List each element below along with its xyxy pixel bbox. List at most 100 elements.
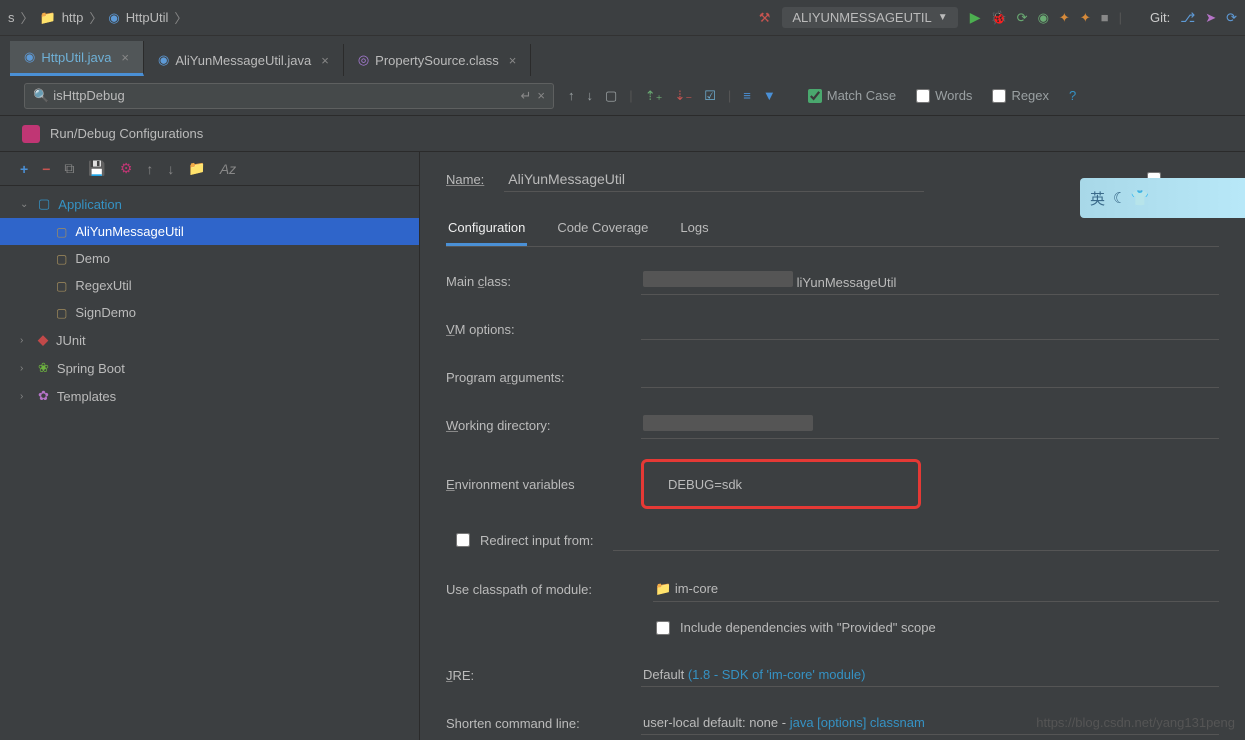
- run-config-label: ALIYUNMESSAGEUTIL: [792, 10, 931, 25]
- program-args-input[interactable]: [641, 366, 1219, 388]
- sort-az-icon[interactable]: Aᴢ: [220, 161, 236, 177]
- git-commit-icon[interactable]: ➤: [1205, 10, 1216, 26]
- breadcrumb-folder[interactable]: http: [62, 10, 84, 25]
- chevron-down-icon: ▼: [938, 12, 948, 23]
- move-down-icon[interactable]: ↓: [167, 161, 174, 177]
- config-name-input[interactable]: [504, 167, 924, 192]
- close-icon[interactable]: ×: [509, 53, 517, 68]
- module-select[interactable]: 📁 im-core: [653, 577, 1219, 602]
- tree-label: Demo: [75, 251, 110, 266]
- regex-checkbox[interactable]: Regex: [992, 88, 1049, 103]
- move-up-icon[interactable]: ↑: [146, 161, 153, 177]
- tree-label: RegexUtil: [75, 278, 131, 293]
- dialog-title: Run/Debug Configurations: [50, 126, 203, 141]
- hammer-build-icon[interactable]: ⚒: [759, 10, 771, 26]
- newline-icon[interactable]: ↵: [521, 88, 532, 104]
- breadcrumb[interactable]: s 〉 📁 http 〉 ◉ HttpUtil 〉: [8, 8, 187, 27]
- funnel-icon[interactable]: ▼: [763, 88, 776, 103]
- redirect-input[interactable]: [613, 529, 1219, 551]
- tree-label: Application: [58, 197, 122, 212]
- remove-config-icon[interactable]: −: [42, 161, 50, 177]
- add-config-icon[interactable]: +: [20, 161, 28, 177]
- remove-selection-icon[interactable]: ⇣₋: [674, 88, 692, 104]
- name-label: Name:: [446, 172, 484, 187]
- chevron-down-icon: ⌄: [20, 199, 30, 210]
- close-icon[interactable]: ×: [121, 50, 129, 65]
- watermark: https://blog.csdn.net/yang131peng: [1036, 715, 1235, 730]
- select-all-icon[interactable]: ▢: [605, 88, 617, 104]
- tree-templates-root[interactable]: › ✿ Templates: [0, 382, 419, 410]
- copy-config-icon[interactable]: ⧉: [64, 160, 74, 177]
- class-file-icon: ◎: [358, 52, 369, 68]
- tree-item-regexutil[interactable]: ▢ RegexUtil: [0, 272, 419, 299]
- filter-icon[interactable]: ≡: [743, 88, 751, 103]
- select-all-occurrences-icon[interactable]: ☑: [704, 88, 716, 104]
- tree-application-root[interactable]: ⌄ ▢ Application: [0, 190, 419, 218]
- ime-widget[interactable]: 英 ☾ 👕: [1080, 178, 1245, 218]
- vm-options-label: VM options:: [446, 322, 641, 337]
- tab-coverage[interactable]: Code Coverage: [555, 212, 650, 246]
- save-config-icon[interactable]: 💾: [88, 160, 105, 177]
- redacted-icon: [643, 415, 813, 431]
- chevron-right-icon: ›: [20, 335, 30, 346]
- close-icon[interactable]: ×: [321, 53, 329, 68]
- java-file-icon: ◉: [24, 49, 35, 65]
- vm-options-input[interactable]: [641, 318, 1219, 340]
- jre-label: JRE:: [446, 668, 641, 683]
- stop-icon[interactable]: ■: [1101, 10, 1109, 25]
- run-config-dialog-header: Run/Debug Configurations: [0, 116, 1245, 152]
- search-input-container[interactable]: 🔍 ↵ ×: [24, 83, 554, 109]
- tree-item-signdemo[interactable]: ▢ SignDemo: [0, 299, 419, 326]
- run-config-selector[interactable]: ALIYUNMESSAGEUTIL ▼: [782, 7, 957, 28]
- tab-label: HttpUtil.java: [41, 50, 111, 65]
- attach2-icon[interactable]: ✦: [1080, 10, 1091, 26]
- redirect-checkbox[interactable]: [456, 533, 470, 547]
- junit-icon: ◆: [38, 332, 48, 348]
- match-case-checkbox[interactable]: Match Case: [808, 88, 896, 103]
- git-update-icon[interactable]: ⟳: [1226, 10, 1237, 26]
- add-selection-icon[interactable]: ⇡₊: [645, 88, 663, 104]
- debug-icon[interactable]: 🐞: [990, 10, 1006, 26]
- chevron-right-icon: 〉: [21, 8, 34, 27]
- top-breadcrumb-bar: s 〉 📁 http 〉 ◉ HttpUtil 〉 ⚒ ALIYUNMESSAG…: [0, 0, 1245, 36]
- help-icon[interactable]: ?: [1069, 88, 1076, 103]
- include-provided-label: Include dependencies with "Provided" sco…: [680, 620, 936, 635]
- git-branch-icon[interactable]: ⎇: [1180, 10, 1195, 26]
- tree-junit-root[interactable]: › ◆ JUnit: [0, 326, 419, 354]
- tree-item-demo[interactable]: ▢ Demo: [0, 245, 419, 272]
- words-checkbox[interactable]: Words: [916, 88, 972, 103]
- search-input[interactable]: [53, 88, 514, 103]
- attach-icon[interactable]: ✦: [1059, 10, 1070, 26]
- tree-label: AliYunMessageUtil: [75, 224, 183, 239]
- main-class-input[interactable]: liYunMessageUtil: [641, 267, 1219, 295]
- run-icon[interactable]: ▶: [970, 9, 981, 26]
- edit-defaults-icon[interactable]: ⚙: [120, 160, 133, 177]
- ime-icon: ☾ 👕: [1113, 189, 1149, 207]
- tab-logs[interactable]: Logs: [678, 212, 710, 246]
- coverage-icon[interactable]: ⟳: [1017, 10, 1028, 26]
- app-icon: ▢: [56, 225, 67, 239]
- ime-label: 英: [1090, 188, 1105, 209]
- redirect-label: Redirect input from:: [480, 533, 593, 548]
- next-match-icon[interactable]: ↓: [587, 88, 594, 103]
- tab-configuration[interactable]: Configuration: [446, 212, 527, 246]
- tab-httputil[interactable]: ◉ HttpUtil.java ×: [10, 41, 144, 76]
- env-vars-value[interactable]: DEBUG=sdk: [668, 477, 742, 492]
- prev-match-icon[interactable]: ↑: [568, 88, 575, 103]
- chevron-right-icon: ›: [20, 363, 30, 374]
- profiler-icon[interactable]: ◉: [1038, 10, 1049, 26]
- clear-icon[interactable]: ×: [537, 88, 545, 103]
- config-form: Name: Share throu Configuration Code Cov…: [420, 152, 1245, 740]
- working-dir-input[interactable]: [641, 411, 1219, 439]
- tree-item-aliyun[interactable]: ▢ AliYunMessageUtil: [0, 218, 419, 245]
- tree-spring-root[interactable]: › ❀ Spring Boot: [0, 354, 419, 382]
- tab-propertysource[interactable]: ◎ PropertySource.class ×: [344, 44, 532, 76]
- redacted-icon: [643, 271, 793, 287]
- folder-icon[interactable]: 📁: [188, 160, 205, 177]
- module-folder-icon: 📁: [655, 581, 671, 596]
- include-provided-checkbox[interactable]: [656, 621, 670, 635]
- tab-aliyun[interactable]: ◉ AliYunMessageUtil.java ×: [144, 44, 344, 76]
- breadcrumb-class[interactable]: HttpUtil: [126, 10, 169, 25]
- jre-select[interactable]: Default (1.8 - SDK of 'im-core' module): [641, 663, 1219, 687]
- working-dir-label: Working directory:: [446, 418, 641, 433]
